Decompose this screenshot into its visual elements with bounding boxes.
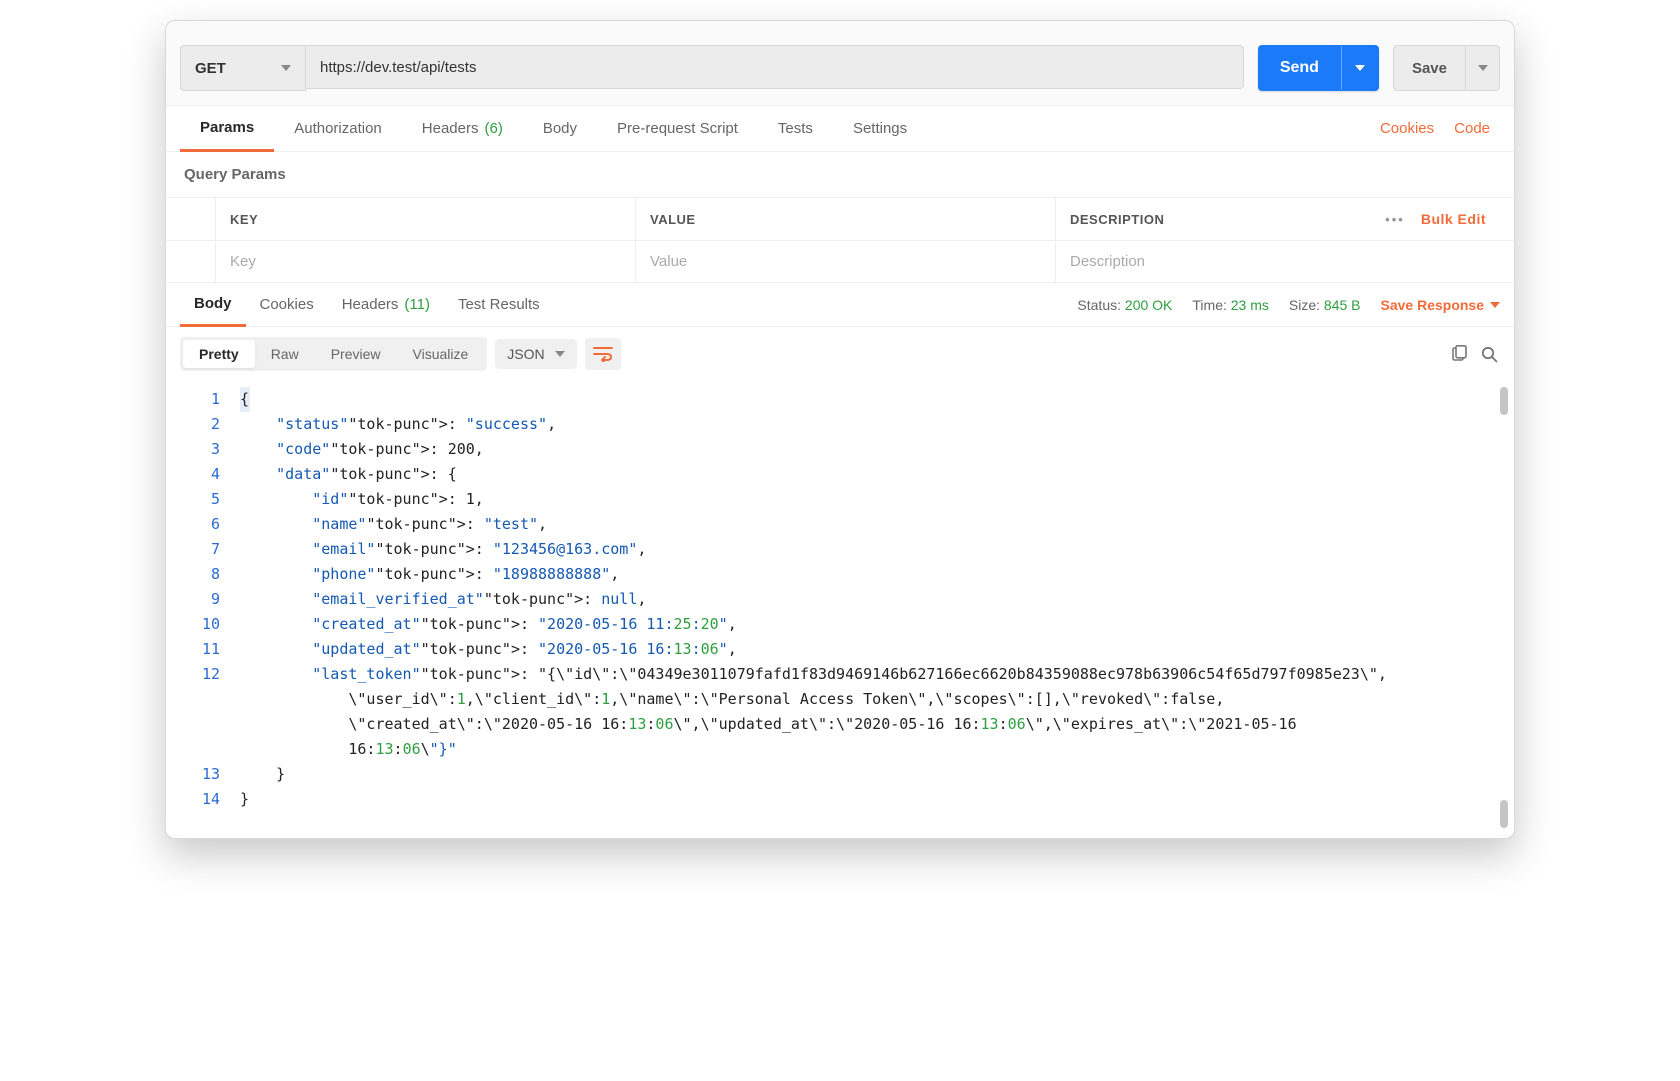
qp-key-header: KEY: [216, 198, 636, 240]
resp-tab-test-results-label: Test Results: [458, 296, 540, 313]
postman-window: GET https://dev.test/api/tests Send Save…: [165, 20, 1515, 839]
view-preview[interactable]: Preview: [315, 340, 397, 368]
query-params-header-row: KEY VALUE DESCRIPTION ••• Bulk Edit: [166, 198, 1514, 240]
url-text: https://dev.test/api/tests: [320, 59, 476, 76]
tab-headers-count: (6): [484, 120, 502, 137]
tab-settings[interactable]: Settings: [833, 106, 927, 151]
time-label: Time:: [1192, 297, 1226, 313]
tab-prerequest-label: Pre-request Script: [617, 120, 738, 137]
request-tabs: Params Authorization Headers (6) Body Pr…: [166, 106, 1514, 152]
resp-tab-cookies[interactable]: Cookies: [246, 283, 328, 326]
qp-value-input[interactable]: Value: [636, 241, 1056, 282]
qp-description-input[interactable]: Description: [1056, 241, 1514, 282]
code-link[interactable]: Code: [1444, 120, 1500, 137]
resp-tab-headers-label: Headers: [342, 296, 399, 313]
status-group: Status: 200 OK: [1077, 297, 1172, 313]
time-value: 23 ms: [1231, 297, 1269, 313]
resp-tab-cookies-label: Cookies: [260, 296, 314, 313]
chevron-down-icon: [1478, 65, 1488, 71]
chevron-down-icon: [1355, 65, 1365, 71]
view-visualize[interactable]: Visualize: [397, 340, 485, 368]
view-pretty[interactable]: Pretty: [183, 340, 255, 368]
tab-headers[interactable]: Headers (6): [402, 106, 523, 151]
request-bar: GET https://dev.test/api/tests Send Save: [166, 31, 1514, 106]
resp-tab-headers[interactable]: Headers (11): [328, 283, 444, 326]
format-select[interactable]: JSON: [495, 339, 576, 369]
response-toolbar: Pretty Raw Preview Visualize JSON: [166, 327, 1514, 381]
wrap-lines-button[interactable]: [585, 338, 621, 370]
qp-key-input[interactable]: Key: [216, 241, 636, 282]
tab-params-label: Params: [200, 119, 254, 136]
tab-headers-label: Headers: [422, 120, 479, 137]
save-response-button[interactable]: Save Response: [1381, 297, 1501, 313]
resp-tab-body-label: Body: [194, 295, 232, 312]
send-button[interactable]: Send: [1258, 45, 1379, 91]
qp-description-header: DESCRIPTION: [1070, 212, 1164, 227]
chevron-down-icon: [1490, 302, 1500, 308]
query-params-table: KEY VALUE DESCRIPTION ••• Bulk Edit Key …: [166, 197, 1514, 283]
response-tabs: Body Cookies Headers (11) Test Results S…: [166, 283, 1514, 327]
qp-desc-header-cell: DESCRIPTION ••• Bulk Edit: [1056, 198, 1514, 240]
chevron-down-icon: [555, 351, 565, 357]
chevron-down-icon: [281, 65, 291, 71]
scrollbar-thumb[interactable]: [1500, 387, 1508, 415]
size-group: Size: 845 B: [1289, 297, 1361, 313]
cookies-link[interactable]: Cookies: [1370, 120, 1444, 137]
tab-tests[interactable]: Tests: [758, 106, 833, 151]
code-content: { "status""tok-punc">: "success", "code"…: [236, 381, 1514, 818]
time-group: Time: 23 ms: [1192, 297, 1269, 313]
tab-body-label: Body: [543, 120, 577, 137]
tab-tests-label: Tests: [778, 120, 813, 137]
qp-handle: [166, 241, 216, 282]
scrollbar-thumb[interactable]: [1500, 800, 1508, 828]
top-padding: [166, 21, 1514, 31]
response-body-code[interactable]: 123456789101112...1314 { "status""tok-pu…: [166, 381, 1514, 838]
qp-value-header: VALUE: [636, 198, 1056, 240]
tab-settings-label: Settings: [853, 120, 907, 137]
method-url-group: GET https://dev.test/api/tests: [180, 45, 1244, 91]
size-label: Size:: [1289, 297, 1320, 313]
tab-authorization[interactable]: Authorization: [274, 106, 402, 151]
tab-body[interactable]: Body: [523, 106, 597, 151]
status-label: Status:: [1077, 297, 1121, 313]
save-button[interactable]: Save: [1393, 45, 1500, 91]
search-icon[interactable]: [1478, 343, 1500, 365]
view-raw[interactable]: Raw: [255, 340, 315, 368]
tab-prerequest[interactable]: Pre-request Script: [597, 106, 758, 151]
format-label: JSON: [507, 346, 544, 362]
more-icon[interactable]: •••: [1385, 212, 1405, 227]
copy-icon[interactable]: [1448, 343, 1470, 365]
qp-header-actions: ••• Bulk Edit: [1360, 211, 1500, 227]
save-button-label[interactable]: Save: [1394, 46, 1465, 90]
save-button-dropdown[interactable]: [1465, 46, 1499, 90]
send-button-dropdown[interactable]: [1341, 46, 1379, 90]
wrap-icon: [593, 346, 613, 362]
tab-params[interactable]: Params: [180, 107, 274, 152]
size-value: 845 B: [1324, 297, 1361, 313]
qp-handle-col: [166, 198, 216, 240]
response-status-block: Status: 200 OK Time: 23 ms Size: 845 B S…: [554, 297, 1500, 313]
save-response-label: Save Response: [1381, 297, 1485, 313]
tab-authorization-label: Authorization: [294, 120, 382, 137]
bulk-edit-link[interactable]: Bulk Edit: [1421, 211, 1486, 227]
status-value: 200 OK: [1125, 297, 1172, 313]
line-gutter: 123456789101112...1314: [166, 381, 236, 818]
resp-tab-test-results[interactable]: Test Results: [444, 283, 554, 326]
http-method-select[interactable]: GET: [180, 45, 306, 91]
query-params-input-row: Key Value Description: [166, 240, 1514, 282]
query-params-title: Query Params: [166, 152, 1514, 197]
resp-tab-headers-count: (11): [404, 296, 430, 313]
http-method-label: GET: [195, 60, 226, 77]
view-mode-group: Pretty Raw Preview Visualize: [180, 337, 487, 371]
url-input[interactable]: https://dev.test/api/tests: [306, 45, 1244, 89]
send-button-label[interactable]: Send: [1258, 46, 1341, 90]
resp-tab-body[interactable]: Body: [180, 284, 246, 327]
